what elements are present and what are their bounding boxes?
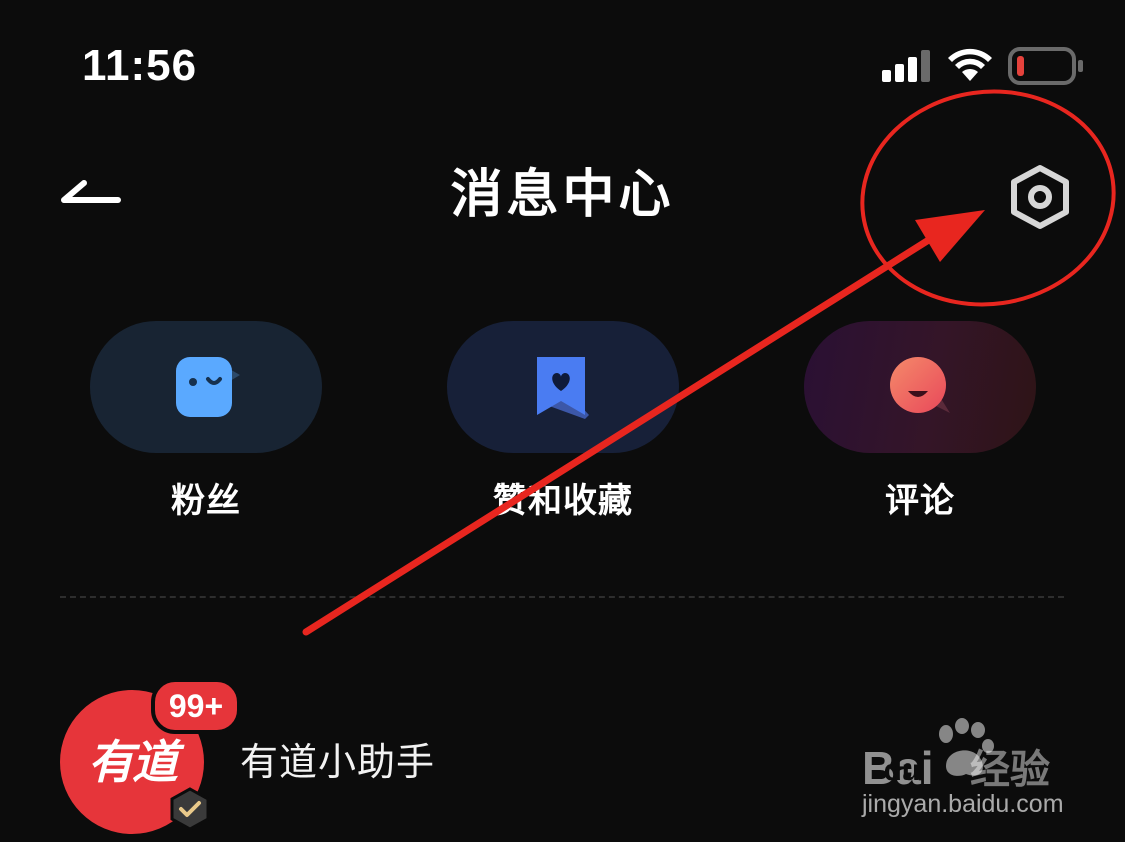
status-time: 11:56 — [82, 41, 198, 90]
fans-face-icon — [176, 357, 240, 417]
verified-check-icon — [170, 787, 210, 831]
settings-gear-icon — [1011, 165, 1069, 229]
message-sender-name: 有道小助手 — [240, 740, 436, 784]
page-title: 消息中心 — [450, 165, 675, 225]
signal-icon — [882, 50, 930, 82]
watermark-logo-sub: du — [883, 754, 921, 787]
heart-bookmark-icon — [537, 357, 589, 419]
battery-low-icon — [1008, 47, 1083, 85]
fans-label: 粉丝 — [171, 481, 241, 521]
comments-label: 评论 — [885, 481, 955, 521]
section-divider — [60, 596, 1064, 598]
wifi-icon — [948, 48, 992, 81]
likes-favorites-button[interactable] — [447, 321, 679, 453]
watermark-url: jingyan.baidu.com — [862, 790, 1064, 818]
comment-smile-icon — [890, 357, 950, 413]
unread-badge: 99+ — [151, 678, 241, 734]
fans-button[interactable] — [90, 321, 322, 453]
settings-button[interactable] — [1000, 162, 1080, 232]
comments-button[interactable] — [804, 321, 1036, 453]
likes-favorites-label: 赞和收藏 — [493, 481, 633, 521]
